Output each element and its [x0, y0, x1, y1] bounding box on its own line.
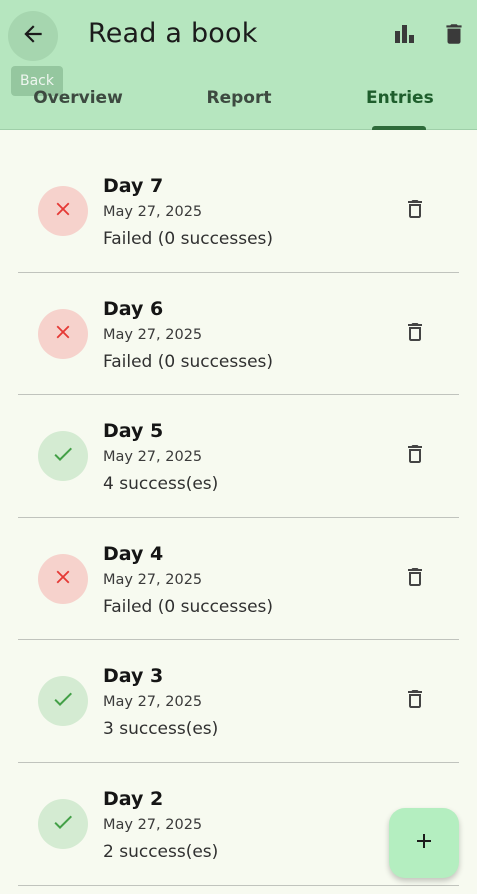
- failed-status-badge: [38, 186, 88, 236]
- delete-habit-button[interactable]: [438, 20, 470, 52]
- entry-date: May 27, 2025: [103, 449, 203, 466]
- selected-tab-indicator: [372, 126, 426, 130]
- delete-entry-button[interactable]: [400, 441, 430, 471]
- close-icon: [52, 566, 74, 592]
- trash-outline-icon: [403, 196, 427, 226]
- entry-title: Day 3: [103, 665, 164, 688]
- tab-report[interactable]: Report: [198, 88, 280, 108]
- check-icon: [51, 442, 75, 470]
- tab-overview[interactable]: Overview: [28, 88, 128, 108]
- page-title: Read a book: [88, 18, 258, 49]
- trash-outline-icon: [403, 686, 427, 716]
- entry-date: May 27, 2025: [103, 816, 203, 833]
- arrow-left-icon: [20, 21, 46, 51]
- bar-chart-icon: [392, 22, 416, 50]
- entry-title: Day 6: [103, 297, 164, 320]
- delete-entry-button[interactable]: [400, 686, 430, 716]
- trash-icon: [441, 20, 467, 52]
- back-button[interactable]: [8, 11, 58, 61]
- list-item[interactable]: Day 7 May 27, 2025 Failed (0 successes): [18, 150, 459, 273]
- delete-entry-button[interactable]: [400, 196, 430, 226]
- close-icon: [52, 198, 74, 224]
- entry-title: Day 5: [103, 420, 164, 443]
- entry-detail: Failed (0 successes): [103, 229, 274, 249]
- entry-date: May 27, 2025: [103, 571, 203, 588]
- failed-status-badge: [38, 553, 88, 604]
- delete-entry-button[interactable]: [400, 564, 430, 594]
- entry-date: May 27, 2025: [103, 694, 203, 711]
- entry-detail: Failed (0 successes): [103, 351, 274, 372]
- list-item[interactable]: Day 6 May 27, 2025 Failed (0 successes): [18, 273, 459, 396]
- entry-detail: 2 success(es): [103, 841, 219, 862]
- tab-entries[interactable]: Entries: [366, 88, 434, 108]
- plus-icon: [412, 829, 436, 857]
- entry-title: Day 2: [103, 787, 164, 810]
- close-icon: [52, 321, 74, 347]
- entry-date: May 27, 2025: [103, 326, 203, 343]
- entry-title: Day 7: [103, 175, 164, 197]
- success-status-badge: [38, 431, 88, 482]
- entry-detail: 4 success(es): [103, 474, 219, 495]
- statistics-button[interactable]: [388, 20, 420, 52]
- list-item[interactable]: Day 5 May 27, 2025 4 success(es): [18, 395, 459, 518]
- add-entry-button[interactable]: [389, 808, 459, 878]
- trash-outline-icon: [403, 564, 427, 594]
- check-icon: [51, 810, 75, 838]
- top-app-bar: Back Read a book Overview Report Entries: [0, 0, 477, 130]
- trash-outline-icon: [403, 441, 427, 471]
- trash-outline-icon: [403, 319, 427, 349]
- check-icon: [51, 687, 75, 715]
- entry-date: May 27, 2025: [103, 204, 203, 220]
- success-status-badge: [38, 676, 88, 727]
- entries-list: Day 7 May 27, 2025 Failed (0 successes) …: [18, 150, 459, 886]
- failed-status-badge: [38, 308, 88, 359]
- delete-entry-button[interactable]: [400, 319, 430, 349]
- entry-detail: 3 success(es): [103, 719, 219, 740]
- entry-title: Day 4: [103, 542, 164, 565]
- success-status-badge: [38, 798, 88, 849]
- entry-detail: Failed (0 successes): [103, 596, 274, 617]
- list-item[interactable]: Day 4 May 27, 2025 Failed (0 successes): [18, 518, 459, 641]
- list-item[interactable]: Day 3 May 27, 2025 3 success(es): [18, 640, 459, 763]
